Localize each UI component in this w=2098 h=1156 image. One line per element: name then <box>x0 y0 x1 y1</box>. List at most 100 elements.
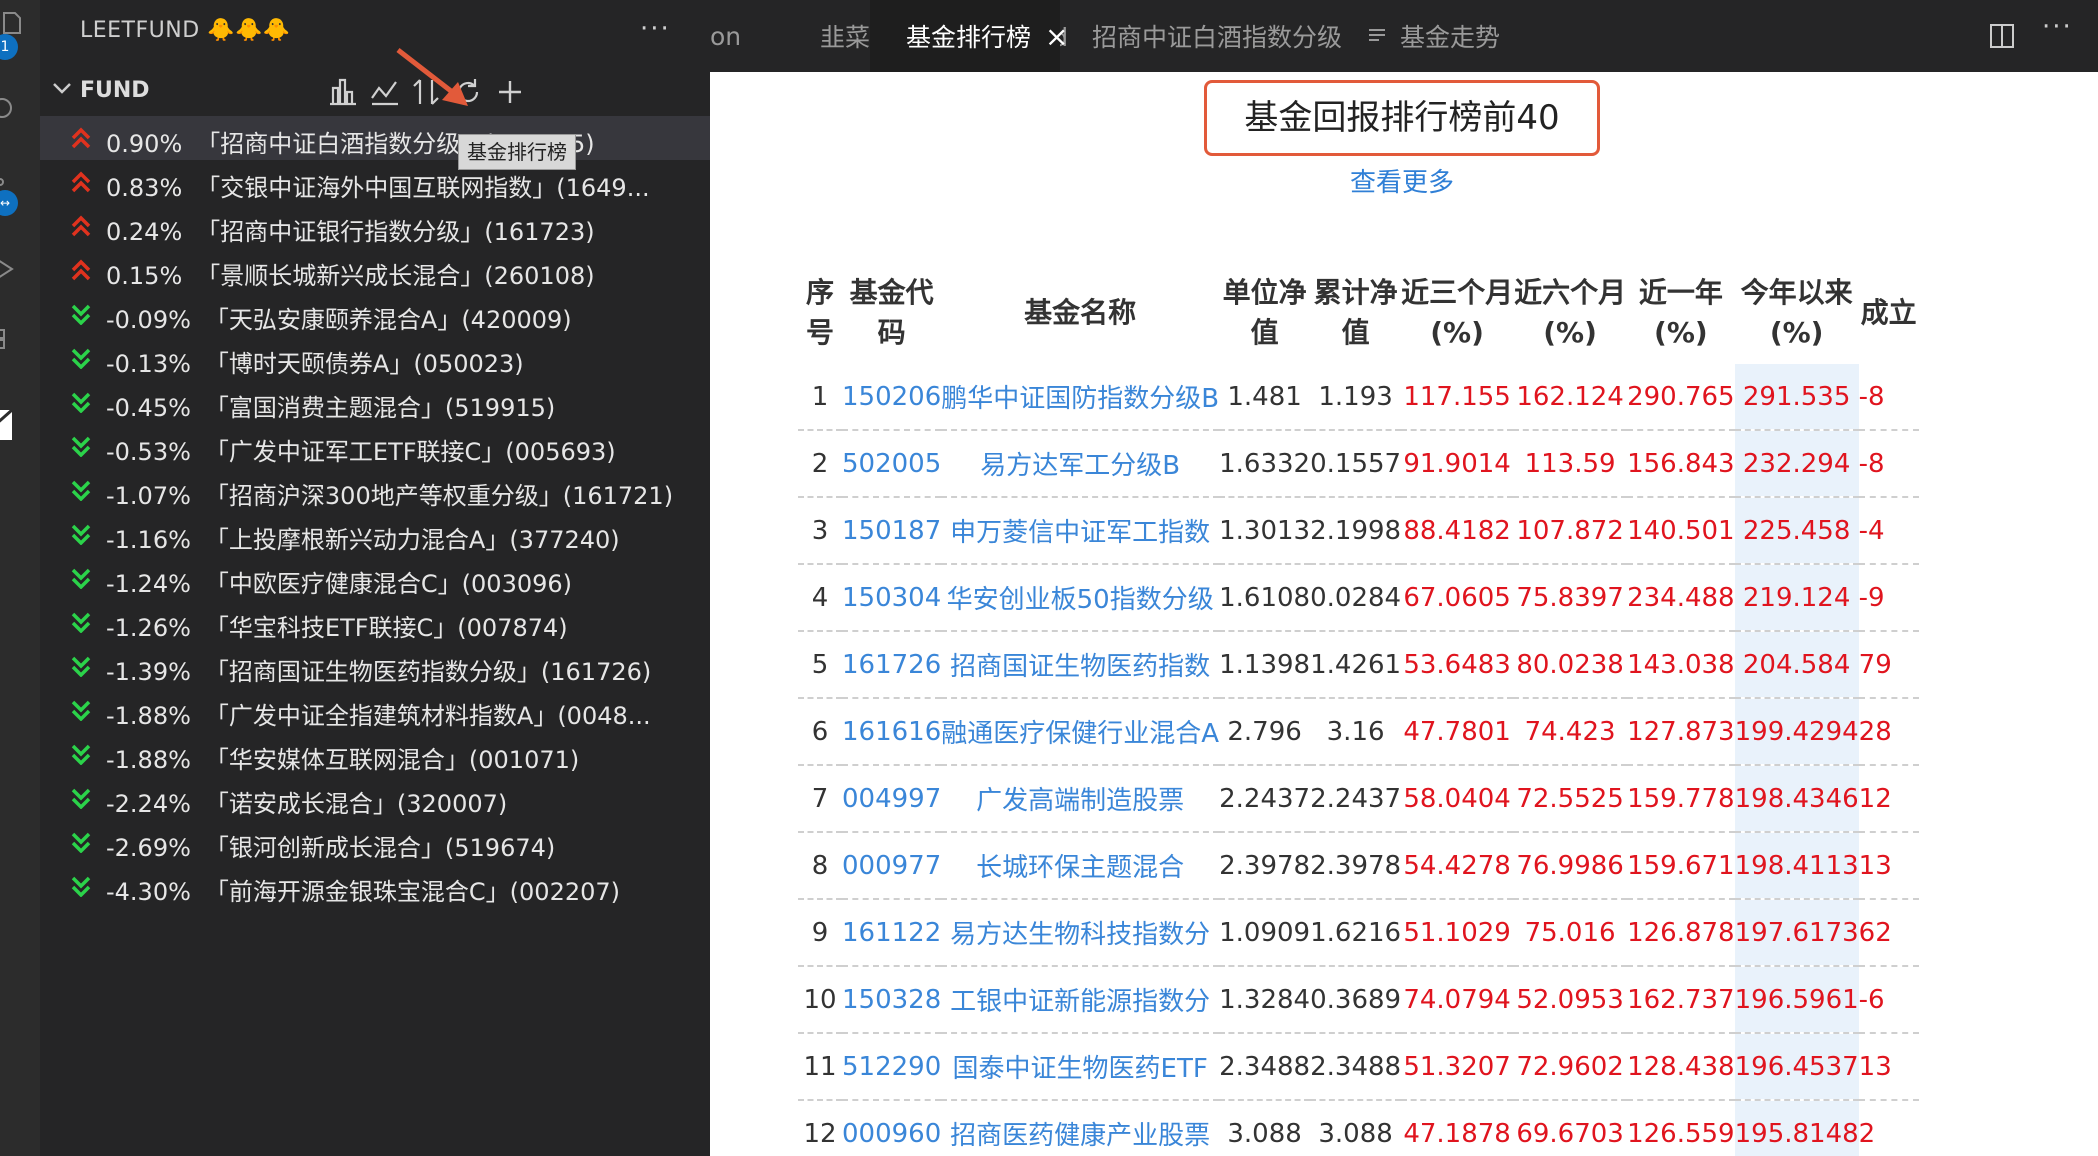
fund-name-link[interactable]: 华安创业板50指数分级 <box>941 564 1220 632</box>
return-3m: 53.6483 <box>1401 631 1514 699</box>
activity-bar: 1 ↔ <box>0 0 40 1156</box>
fund-code-link[interactable]: 150328 <box>842 966 942 1034</box>
row-index: 3 <box>798 497 842 565</box>
fund-code-link[interactable]: 161122 <box>842 899 942 967</box>
fund-list-item[interactable]: -2.69% 「银河创新成长混合」(519674) <box>40 820 710 864</box>
column-header: 近六个月 (%) <box>1513 262 1627 364</box>
split-editor-icon[interactable] <box>1988 22 2016 50</box>
fund-list-item[interactable]: -1.07% 「招商沪深300地产等权重分级」(161721) <box>40 468 710 512</box>
fund-list-item[interactable]: -0.45% 「富国消费主题混合」(519915) <box>40 380 710 424</box>
column-header: 累计净值 <box>1310 262 1401 364</box>
preview-icon <box>1369 29 1385 41</box>
fund-list-item[interactable]: -1.24% 「中欧医疗健康混合C」(003096) <box>40 556 710 600</box>
fund-code-link[interactable]: 161616 <box>842 698 942 766</box>
search-icon[interactable] <box>0 96 16 122</box>
double-chevron-down-icon <box>71 876 91 897</box>
return-1y: 128.438 <box>1627 1033 1735 1101</box>
double-chevron-down-icon <box>71 348 91 369</box>
fund-code-link[interactable]: 502005 <box>842 430 942 498</box>
editor-more-button[interactable]: ··· <box>2042 12 2073 42</box>
fund-list-item[interactable]: -1.39% 「招商国证生物医药指数分级」(161726) <box>40 644 710 688</box>
tab-baijiu-fund[interactable]: 招商中证白酒指数分级 <box>1080 0 1343 72</box>
fund-name-link[interactable]: 申万菱信中证军工指数 <box>941 497 1220 565</box>
fund-code-link[interactable]: 000960 <box>842 1100 942 1156</box>
return-ytd: 198.4113 <box>1734 832 1859 900</box>
return-6m: 76.9986 <box>1513 832 1628 900</box>
fund-name-link[interactable]: 鹏华中证国防指数分级B <box>941 364 1220 431</box>
fund-name-link[interactable]: 广发高端制造股票 <box>941 765 1220 833</box>
double-chevron-down-icon <box>71 392 91 413</box>
fund-change: -0.13% <box>106 350 191 378</box>
leetfund-icon[interactable] <box>0 406 14 442</box>
fund-code-link[interactable]: 150187 <box>842 497 942 565</box>
fund-label: -1.16% 「上投摩根新兴动力混合A」(377240) <box>106 520 706 555</box>
fund-list-item[interactable]: -0.53% 「广发中证军工ETF联接C」(005693) <box>40 424 710 468</box>
table-row: 9 161122 易方达生物科技指数分 1.0909 1.6216 51.1029 75.0… <box>798 899 1919 967</box>
fund-list-item[interactable]: -2.24% 「诺安成长混合」(320007) <box>40 776 710 820</box>
fund-code-link[interactable]: 000977 <box>842 832 942 900</box>
fund-list-item[interactable]: -1.88% 「华安媒体互联网混合」(001071) <box>40 732 710 776</box>
unit-nav: 3.088 <box>1219 1100 1311 1156</box>
tab-label: 招商中证白酒指数分级 <box>1092 23 1343 52</box>
fund-change: -1.07% <box>106 482 191 510</box>
add-fund-button[interactable] <box>492 74 528 110</box>
column-header: 基金代码 <box>842 262 941 364</box>
double-chevron-down-icon <box>71 568 91 589</box>
fund-list-item[interactable]: 0.90% 「招商中证白酒指数分级」(161725) <box>40 116 710 160</box>
fund-ranking-button[interactable] <box>324 74 360 110</box>
tab-fund-ranking[interactable]: 基金排行榜 × <box>870 0 1068 72</box>
fund-name-link[interactable]: 国泰中证生物医药ETF <box>941 1033 1220 1101</box>
fund-label: -1.39% 「招商国证生物医药指数分级」(161726) <box>106 652 706 687</box>
fund-list-item[interactable]: -1.26% 「华宝科技ETF联接C」(007874) <box>40 600 710 644</box>
fund-list-item[interactable]: -0.13% 「博时天颐债券A」(050023) <box>40 336 710 380</box>
sidebar-more-button[interactable]: ··· <box>640 14 671 44</box>
fund-name-link[interactable]: 易方达军工分级B <box>941 430 1220 498</box>
fund-name-link[interactable]: 长城环保主题混合 <box>941 832 1220 900</box>
return-1y: 140.501 <box>1627 497 1735 565</box>
fund-code-link[interactable]: 161726 <box>842 631 942 699</box>
view-more-link[interactable]: 查看更多 <box>1204 162 1600 199</box>
fund-code-link[interactable]: 150304 <box>842 564 942 632</box>
unit-nav: 2.3978 <box>1219 832 1311 900</box>
fund-name-link[interactable]: 工银中证新能源指数分 <box>941 966 1220 1034</box>
column-header-line2: (%) <box>1769 316 1824 349</box>
extensions-icon[interactable] <box>0 326 18 352</box>
return-3m: 47.1878 <box>1401 1100 1514 1156</box>
files-icon[interactable] <box>0 10 26 36</box>
double-chevron-down-icon <box>71 744 91 765</box>
fund-code-link[interactable]: 150206 <box>842 364 942 431</box>
return-6m: 72.9602 <box>1513 1033 1628 1101</box>
fund-list-item[interactable]: 0.24% 「招商中证银行指数分级」(161723) <box>40 204 710 248</box>
fund-list-item[interactable]: -1.16% 「上投摩根新兴动力混合A」(377240) <box>40 512 710 556</box>
fund-code-link[interactable]: 004997 <box>842 765 942 833</box>
fund-name: 「中欧医疗健康混合C」(003096) <box>204 570 573 598</box>
return-since-inception: 13 <box>1858 1033 1919 1101</box>
tab-fund-trend[interactable]: 基金走势 <box>1366 0 1526 72</box>
unit-nav: 2.2437 <box>1219 765 1311 833</box>
table-row: 5 161726 招商国证生物医药指数 1.1398 1.4261 53.6483 80.0… <box>798 631 1919 699</box>
fund-list-item[interactable]: 0.15% 「景顺长城新兴成长混合」(260108) <box>40 248 710 292</box>
fund-name-link[interactable]: 易方达生物科技指数分 <box>941 899 1220 967</box>
accumulated-nav: 2.3488 <box>1310 1033 1402 1101</box>
close-icon[interactable]: × <box>1045 20 1068 53</box>
fund-name-link[interactable]: 招商医药健康产业股票 <box>941 1100 1220 1156</box>
fund-list-item[interactable]: -1.88% 「广发中证全指建筑材料指数A」(0048... <box>40 688 710 732</box>
accumulated-nav: 2.2437 <box>1310 765 1402 833</box>
tab-partial[interactable]: on <box>710 0 790 72</box>
return-1y: 143.038 <box>1627 631 1735 699</box>
row-index: 6 <box>798 698 842 766</box>
fund-code-link[interactable]: 512290 <box>842 1033 942 1101</box>
fund-name-link[interactable]: 融通医疗保健行业混合A <box>941 698 1220 766</box>
column-header: 序号 <box>798 262 842 364</box>
table-row: 12 000960 招商医药健康产业股票 3.088 3.088 47.1878 69.67… <box>798 1100 1919 1156</box>
accumulated-nav: 3.16 <box>1310 698 1402 766</box>
fund-name-link[interactable]: 招商国证生物医药指数 <box>941 631 1220 699</box>
fund-list-item[interactable]: 0.83% 「交银中证海外中国互联网指数」(1649... <box>40 160 710 204</box>
run-debug-icon[interactable] <box>0 256 18 282</box>
return-3m: 88.4182 <box>1401 497 1514 565</box>
column-header-line1: 序 <box>805 276 834 309</box>
fund-list-item[interactable]: -4.30% 「前海开源金银珠宝混合C」(002207) <box>40 864 710 908</box>
fund-name: 「招商沪深300地产等权重分级」(161721) <box>204 482 674 510</box>
fund-list-item[interactable]: -0.09% 「天弘安康颐养混合A」(420009) <box>40 292 710 336</box>
fund-label: -0.53% 「广发中证军工ETF联接C」(005693) <box>106 432 706 467</box>
